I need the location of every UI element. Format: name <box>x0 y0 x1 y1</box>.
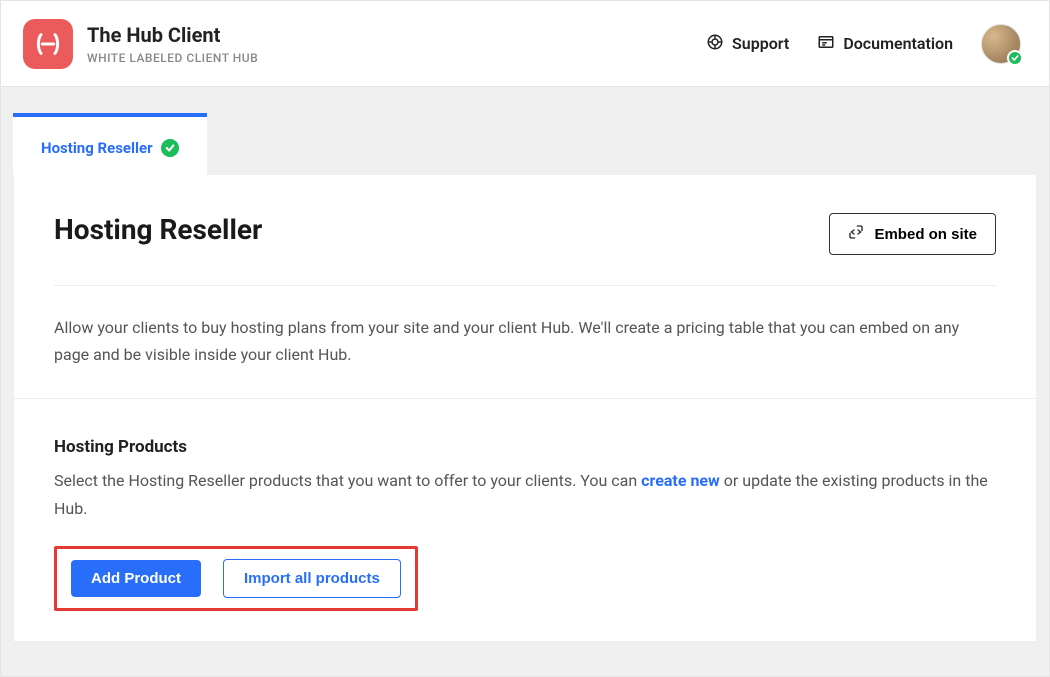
documentation-link[interactable]: Documentation <box>817 33 953 55</box>
embed-on-site-button[interactable]: Embed on site <box>829 213 996 255</box>
tab-hosting-reseller[interactable]: Hosting Reseller <box>13 113 207 175</box>
app-title: The Hub Client <box>87 23 258 47</box>
page-title: Hosting Reseller <box>54 213 262 246</box>
tabs-row: Hosting Reseller <box>1 113 1049 175</box>
tab-label: Hosting Reseller <box>41 139 153 157</box>
app-title-block: The Hub Client WHITE LABELED CLIENT HUB <box>87 23 258 65</box>
section-title: Hosting Products <box>54 437 996 457</box>
create-new-link[interactable]: create new <box>641 471 720 490</box>
hosting-products-section: Hosting Products Select the Hosting Rese… <box>14 398 1036 640</box>
content-card: Hosting Reseller Embed on site Allow you… <box>13 175 1037 642</box>
embed-icon <box>848 224 864 244</box>
support-link[interactable]: Support <box>706 33 789 55</box>
support-label: Support <box>732 34 789 53</box>
action-buttons-highlight: Add Product Import all products <box>54 546 418 611</box>
import-all-products-button[interactable]: Import all products <box>223 559 401 598</box>
status-badge-icon <box>1007 50 1023 66</box>
embed-button-label: Embed on site <box>874 226 977 243</box>
user-avatar[interactable] <box>981 24 1021 64</box>
documentation-icon <box>817 33 835 55</box>
documentation-label: Documentation <box>843 34 953 53</box>
add-product-button[interactable]: Add Product <box>71 560 201 597</box>
check-icon <box>161 139 179 157</box>
page-description: Allow your clients to buy hosting plans … <box>54 314 996 368</box>
app-logo <box>23 19 73 69</box>
section-description: Select the Hosting Reseller products tha… <box>54 467 996 521</box>
support-icon <box>706 33 724 55</box>
app-subtitle: WHITE LABELED CLIENT HUB <box>87 51 258 65</box>
top-bar: The Hub Client WHITE LABELED CLIENT HUB … <box>1 1 1049 87</box>
